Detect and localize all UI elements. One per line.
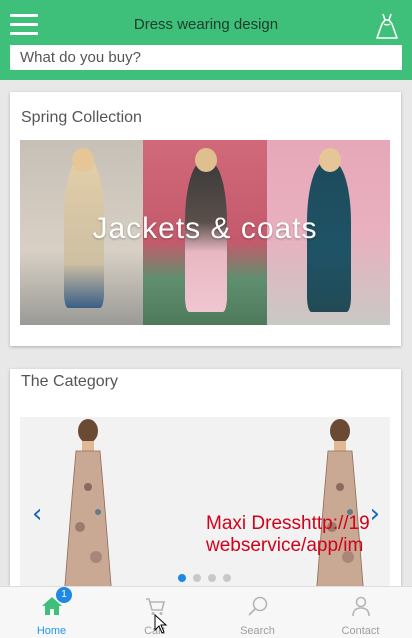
slider-dot[interactable] (208, 574, 216, 582)
spring-collection-card: Spring Collection Jackets & coats (10, 92, 401, 346)
slide-caption-line-1: Maxi Dresshttp://19 (206, 513, 370, 534)
category-slider[interactable]: ‹ › Maxi Dresshttp://19 webservice/app/i… (20, 417, 390, 586)
person-icon (351, 596, 370, 617)
search-input[interactable] (10, 45, 402, 70)
tab-contact-label: Contact (341, 625, 380, 637)
spring-collection-banner[interactable]: Jackets & coats (20, 140, 390, 325)
tab-home[interactable]: 1 Home (0, 587, 103, 638)
tab-search-label: Search (240, 625, 275, 637)
spring-collection-title: Spring Collection (21, 109, 142, 126)
notification-badge: 1 (56, 587, 72, 603)
slider-dot[interactable] (178, 574, 186, 582)
category-title: The Category (21, 373, 118, 390)
banner-text: Jackets & coats (92, 212, 318, 245)
slider-dot[interactable] (223, 574, 231, 582)
app-header: Dress wearing design (0, 0, 412, 80)
bottom-navigation: 1 Home Cart Search Contact (0, 586, 412, 638)
app-title: Dress wearing design (133, 16, 279, 33)
slider-dots (178, 574, 231, 582)
category-card: The Category ‹ › Maxi Dresshttp://19 web… (10, 369, 401, 586)
hamburger-icon[interactable] (10, 14, 38, 38)
dress-icon[interactable] (374, 12, 400, 40)
main-content: Spring Collection Jackets & coats The Ca… (0, 80, 412, 586)
tab-search[interactable]: Search (206, 587, 309, 638)
dress-photo-left (64, 419, 112, 586)
dress-photo-right (316, 419, 364, 586)
slide-caption: Maxi Dresshttp://19 webservice/app/im (206, 513, 370, 557)
tab-home-label: Home (36, 625, 67, 637)
chevron-right-icon[interactable]: › (370, 499, 380, 529)
chevron-left-icon[interactable]: ‹ (32, 499, 42, 529)
slider-dot[interactable] (193, 574, 201, 582)
search-icon (247, 596, 267, 616)
slide-caption-line-2: webservice/app/im (206, 535, 364, 556)
tab-contact[interactable]: Contact (309, 587, 412, 638)
mouse-cursor-icon (154, 614, 168, 634)
